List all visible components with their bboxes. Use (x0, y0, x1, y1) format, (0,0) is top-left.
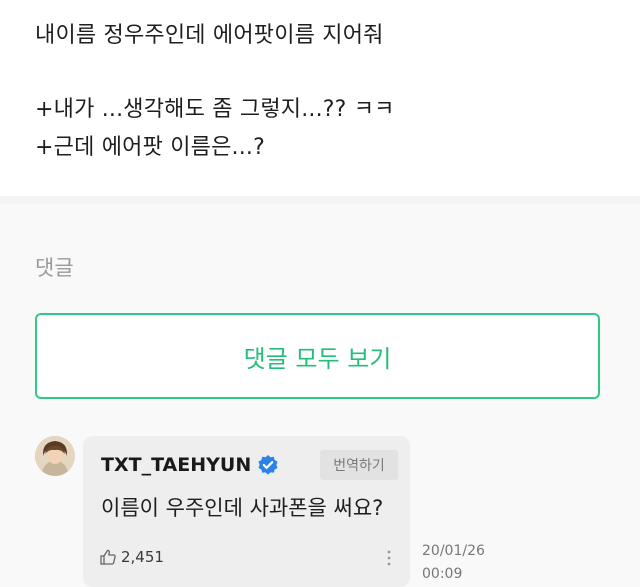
avatar[interactable] (35, 436, 75, 476)
translate-button[interactable]: 번역하기 (320, 450, 398, 480)
post-body: 내이름 정우주인데 에어팟이름 지어줘 +내가 ...생각해도 좀 그렇지...… (0, 0, 640, 200)
view-all-comments-button[interactable]: 댓글 모두 보기 (35, 313, 600, 399)
view-all-comments-label: 댓글 모두 보기 (243, 344, 392, 373)
comment-text: 이름이 우주인데 사과폰을 써요? (101, 496, 384, 520)
thumbs-up-icon (99, 548, 117, 566)
comment-time: 00:09 (422, 566, 463, 582)
comment-author-name: TXT_TAEHYUN (101, 454, 252, 476)
comments-heading: 댓글 (35, 256, 74, 280)
like-count: 2,451 (121, 548, 164, 566)
post-text-line-1: 내이름 정우주인데 에어팟이름 지어줘 (35, 23, 384, 48)
comment-bubble: TXT_TAEHYUN 번역하기 이름이 우주인데 사과폰을 써요? 2,451 (83, 436, 410, 587)
more-vertical-icon[interactable] (383, 548, 395, 568)
comment-timestamp: 20/01/26 00:09 (422, 540, 485, 586)
comment-author[interactable]: TXT_TAEHYUN (101, 454, 279, 476)
post-text-line-2: +내가 ...생각해도 좀 그렇지...?? ㅋㅋ (35, 97, 395, 122)
section-divider (0, 196, 640, 204)
comments-section: 댓글 댓글 모두 보기 TXT_TAEHYUN 번역하기 이름이 우주인데 사과… (0, 204, 640, 587)
post-text-line-3: +근데 에어팟 이름은...? (35, 135, 265, 160)
like-button[interactable]: 2,451 (99, 548, 164, 566)
comment-date: 20/01/26 (422, 543, 485, 559)
verified-badge-icon (257, 454, 279, 476)
